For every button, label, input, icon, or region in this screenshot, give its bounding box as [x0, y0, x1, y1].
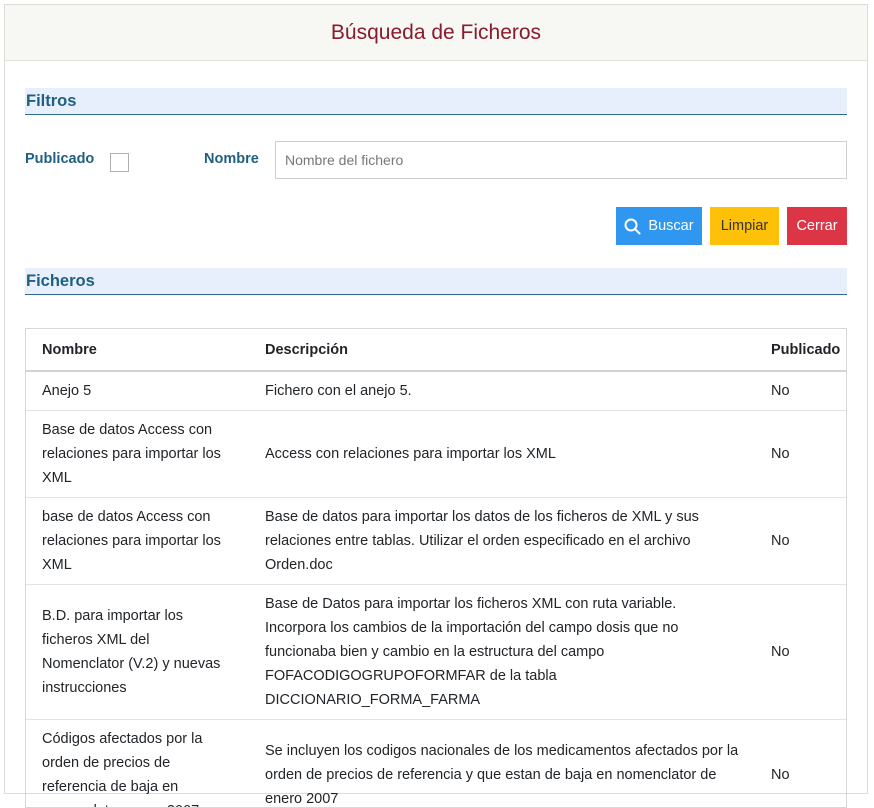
files-table: Nombre Descripción Publicado Anejo 5 Fic…	[26, 329, 846, 808]
cell-published: No	[755, 720, 846, 808]
table-row[interactable]: B.D. para importar los ficheros XML del …	[26, 585, 846, 720]
file-search-dialog: Búsqueda de Ficheros Filtros Publicado N…	[4, 4, 868, 794]
close-button-label: Cerrar	[796, 218, 837, 234]
published-label: Publicado	[25, 151, 94, 167]
clear-button[interactable]: Limpiar	[710, 207, 779, 245]
table-row[interactable]: Base de datos Access con relaciones para…	[26, 411, 846, 498]
close-button[interactable]: Cerrar	[787, 207, 847, 245]
column-header-description[interactable]: Descripción	[249, 329, 755, 371]
files-title: Ficheros	[25, 272, 95, 291]
table-row[interactable]: Anejo 5 Fichero con el anejo 5. No	[26, 371, 846, 411]
search-button-label: Buscar	[648, 218, 693, 234]
table-header-row: Nombre Descripción Publicado	[26, 329, 846, 371]
table-row[interactable]: base de datos Access con relaciones para…	[26, 498, 846, 585]
dialog-header: Búsqueda de Ficheros	[5, 5, 867, 61]
cell-name: Códigos afectados por la orden de precio…	[26, 720, 249, 808]
clear-button-label: Limpiar	[721, 218, 769, 234]
name-input[interactable]	[275, 141, 847, 179]
cell-name: base de datos Access con relaciones para…	[26, 498, 249, 585]
dialog-title: Búsqueda de Ficheros	[331, 21, 541, 45]
search-icon	[624, 218, 641, 235]
name-label: Nombre	[204, 151, 259, 167]
files-table-container: Nombre Descripción Publicado Anejo 5 Fic…	[25, 328, 847, 808]
cell-name: Base de datos Access con relaciones para…	[26, 411, 249, 498]
cell-description: Base de Datos para importar los ficheros…	[249, 585, 755, 720]
published-checkbox[interactable]	[110, 153, 129, 172]
column-header-name[interactable]: Nombre	[26, 329, 249, 371]
column-header-published[interactable]: Publicado	[755, 329, 846, 371]
cell-description: Se incluyen los codigos nacionales de lo…	[249, 720, 755, 808]
cell-description: Access con relaciones para importar los …	[249, 411, 755, 498]
cell-description: Fichero con el anejo 5.	[249, 371, 755, 411]
cell-name: B.D. para importar los ficheros XML del …	[26, 585, 249, 720]
filters-section-header: Filtros	[25, 88, 847, 115]
cell-published: No	[755, 411, 846, 498]
files-section-header: Ficheros	[25, 268, 847, 295]
search-button[interactable]: Buscar	[616, 207, 702, 245]
cell-description: Base de datos para importar los datos de…	[249, 498, 755, 585]
cell-name: Anejo 5	[26, 371, 249, 411]
cell-published: No	[755, 498, 846, 585]
cell-published: No	[755, 371, 846, 411]
table-row[interactable]: Códigos afectados por la orden de precio…	[26, 720, 846, 808]
cell-published: No	[755, 585, 846, 720]
filters-title: Filtros	[25, 92, 76, 111]
